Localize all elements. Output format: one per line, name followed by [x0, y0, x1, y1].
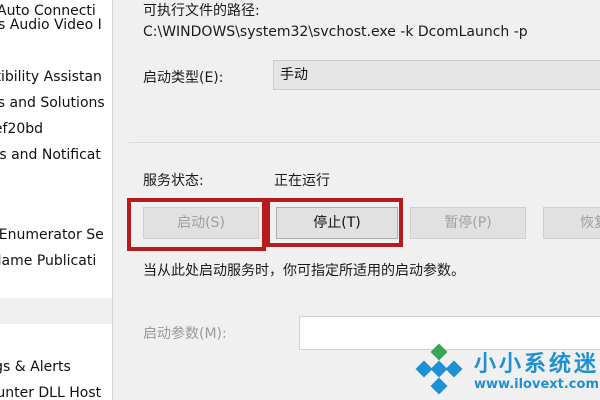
watermark-logo-icon	[415, 344, 463, 395]
list-item[interactable]: ce Enumerator Se	[0, 222, 104, 248]
watermark-title: 小小系统迷	[474, 352, 600, 377]
list-item[interactable]: Logs & Alerts	[0, 354, 71, 380]
services-list-background: ss Auto Connecti ows Audio Video I ce pa…	[0, 0, 112, 400]
start-params-label: 启动参数(M):	[143, 326, 227, 342]
list-item[interactable]: _5ef20bd	[0, 116, 43, 142]
startup-type-select[interactable]: 手动	[273, 60, 600, 90]
exe-path-value: C:\WINDOWS\system32\svchost.exe -k DcomL…	[143, 24, 528, 40]
pause-button[interactable]: 暂停(P)	[410, 207, 526, 239]
start-params-hint: 当从此处启动服务时，你可指定所适用的启动参数。	[143, 263, 465, 279]
list-item[interactable]: ows Audio Video I	[0, 12, 102, 38]
service-status-value: 正在运行	[274, 173, 330, 189]
site-watermark: 小小系统迷 www.ilovext.com	[412, 342, 600, 400]
screen: ss Auto Connecti ows Audio Video I ce pa…	[0, 0, 600, 400]
section-divider	[129, 142, 600, 143]
list-item[interactable]: Counter DLL Host	[0, 380, 101, 400]
list-item[interactable]: ions and Notificat	[0, 142, 101, 168]
list-item[interactable]: e Name Publicati	[0, 248, 96, 274]
list-item[interactable]: patibility Assistan	[0, 64, 102, 90]
watermark-url: www.ilovext.com	[474, 377, 599, 392]
service-properties-dialog: 可执行文件的路径: C:\WINDOWS\system32\svchost.ex…	[112, 0, 600, 400]
exe-path-label: 可执行文件的路径:	[143, 3, 260, 19]
resume-button[interactable]: 恢复	[543, 207, 600, 239]
startup-type-label: 启动类型(E):	[143, 70, 224, 86]
services-list-selected-row	[0, 298, 112, 324]
service-status-label: 服务状态:	[143, 173, 204, 189]
list-item[interactable]: orts and Solutions	[0, 90, 105, 116]
start-button-highlight	[127, 198, 266, 251]
stop-button-highlight	[266, 198, 403, 247]
